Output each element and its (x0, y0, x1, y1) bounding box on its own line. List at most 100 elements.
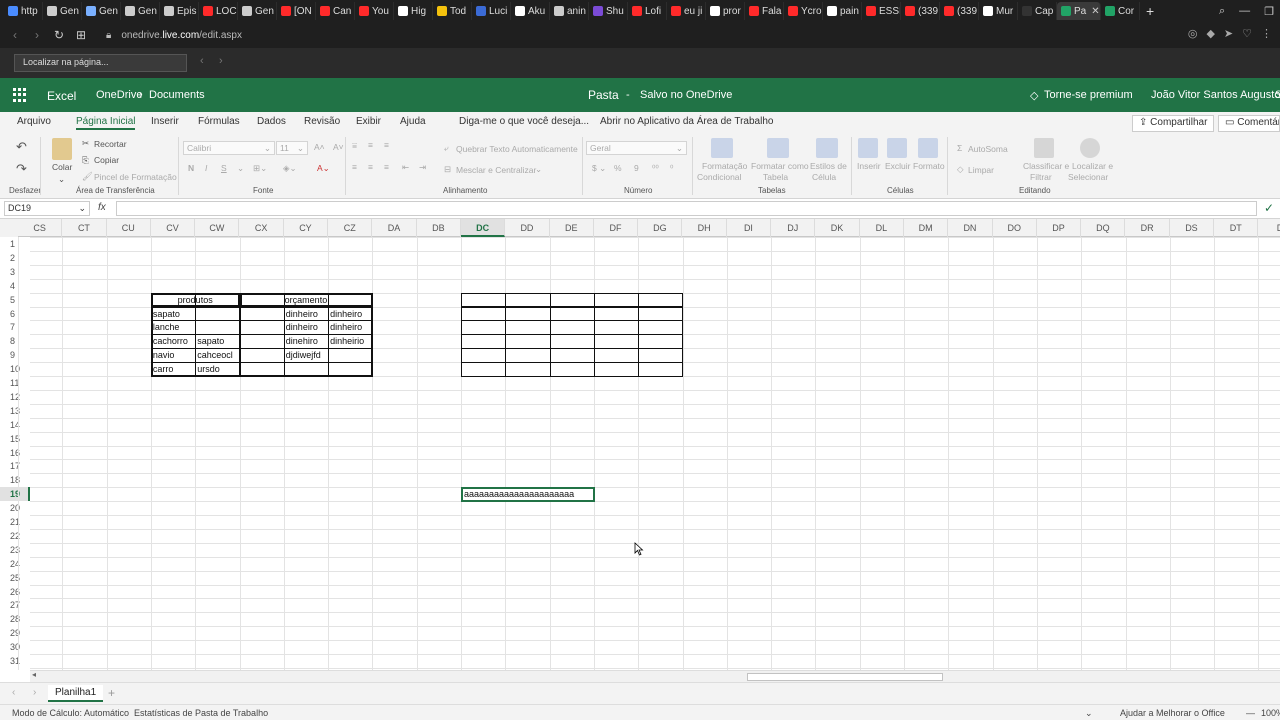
autosum-icon[interactable]: Σ (957, 143, 962, 153)
find-select-line2[interactable]: Selecionar (1068, 172, 1108, 182)
ribbon-tab[interactable]: Diga-me o que você deseja... (459, 116, 589, 127)
premium-link[interactable]: Torne-se premium (1044, 89, 1133, 101)
table-cell[interactable]: ursdo (195, 363, 239, 376)
row-header[interactable]: 10 (0, 362, 30, 376)
clear-icon[interactable]: ◇ (957, 164, 964, 175)
browser-tab[interactable]: Tod (433, 2, 472, 20)
column-header[interactable]: CX (240, 219, 284, 237)
underline-dropdown-icon[interactable]: ⌄ (237, 163, 244, 174)
copy-button[interactable]: Copiar (94, 155, 119, 165)
number-format-select[interactable]: Geral ⌄ (586, 141, 687, 155)
column-header[interactable]: DB (417, 219, 461, 237)
insert-cells-icon[interactable] (858, 138, 878, 158)
grid-icon[interactable]: ⊞ (70, 28, 92, 42)
ribbon-tab[interactable]: Inserir (151, 116, 179, 127)
row-header[interactable]: 23 (0, 543, 30, 557)
column-header[interactable]: DM (904, 219, 949, 237)
row-header[interactable]: 4 (0, 279, 30, 293)
autosum-button[interactable]: AutoSoma (968, 144, 1008, 154)
browser-tab[interactable]: eu ji (667, 2, 706, 20)
browser-tab[interactable]: (339 (940, 2, 979, 20)
increase-indent-icon[interactable]: ⇥ (419, 162, 426, 173)
column-header[interactable]: CY (284, 219, 329, 237)
cell-styles-line1[interactable]: Estilos de (810, 161, 847, 171)
row-header[interactable]: 12 (0, 390, 30, 404)
browser-tab[interactable]: Gen (238, 2, 277, 20)
checkmark-icon[interactable]: ✓ (1264, 201, 1274, 215)
browser-tab[interactable]: Ycro (784, 2, 823, 20)
breadcrumb-folder[interactable]: Documents (149, 89, 205, 101)
ribbon-tab[interactable]: Ajuda (400, 116, 426, 127)
column-header[interactable]: CW (195, 219, 240, 237)
align-center-icon[interactable]: ≡ (368, 162, 373, 172)
font-size-select[interactable]: 11 ⌄ (276, 141, 308, 155)
browser-tab[interactable]: Gen (121, 2, 160, 20)
browser-tab[interactable]: Can (316, 2, 355, 20)
row-header[interactable]: 11 (0, 376, 30, 390)
table-cell[interactable]: dinheiro (284, 308, 328, 321)
sheet-tab-planilha1[interactable]: Planilha1 (48, 685, 104, 702)
browser-tab[interactable]: (339 (901, 2, 940, 20)
table-cell[interactable]: djdiwejfd (284, 349, 328, 362)
increase-decimal-icon[interactable]: ⁰⁰ (652, 163, 659, 174)
ribbon-tab[interactable]: Página Inicial (76, 116, 136, 130)
column-header[interactable]: DI (727, 219, 772, 237)
borders-icon[interactable]: ⊞⌄ (253, 163, 267, 174)
heart-icon[interactable]: ♡ (1242, 27, 1252, 40)
new-tab-icon[interactable]: + (1140, 3, 1160, 19)
cut-icon[interactable]: ✂ (82, 138, 89, 149)
sort-filter-icon[interactable] (1034, 138, 1054, 158)
row-header[interactable]: 7 (0, 320, 30, 334)
function-icon[interactable]: fx (98, 202, 106, 213)
browser-tab[interactable]: Mur (979, 2, 1018, 20)
browser-tab[interactable]: Epis (160, 2, 199, 20)
column-header[interactable]: DT (1214, 219, 1259, 237)
browser-tab[interactable]: http (4, 2, 43, 20)
column-header[interactable]: CV (151, 219, 196, 237)
merge-center-button[interactable]: Mesclar e Centralizar (456, 165, 536, 175)
user-initial[interactable]: S (1275, 89, 1280, 101)
row-header[interactable]: 20 (0, 501, 30, 515)
table-cell[interactable]: dinehiro (284, 335, 328, 348)
row-header[interactable]: 21 (0, 515, 30, 529)
table-cell[interactable]: sapato (151, 308, 195, 321)
percent-icon[interactable]: % (614, 163, 622, 173)
undo-icon[interactable]: ↶ (16, 139, 27, 155)
table-cell[interactable]: dinheiro (284, 321, 328, 334)
cond-format-line1[interactable]: Formatação (702, 161, 747, 171)
format-painter-button[interactable]: Pincel de Formatação (94, 172, 177, 182)
comments-button[interactable]: ▭ Comentár (1218, 115, 1280, 132)
row-header[interactable]: 15 (0, 432, 30, 446)
column-header[interactable]: DK (815, 219, 860, 237)
row-header[interactable]: 27 (0, 598, 30, 612)
find-input[interactable]: Localizar na página... (14, 54, 187, 72)
fill-color-icon[interactable]: ◈⌄ (283, 163, 297, 174)
document-title[interactable]: Pasta (588, 88, 619, 102)
cell-styles-line2[interactable]: Célula (812, 172, 836, 182)
horizontal-scrollbar[interactable]: ◂ (30, 670, 1280, 682)
column-header[interactable]: D (1258, 219, 1280, 237)
app-name[interactable]: Excel (47, 89, 76, 103)
column-header[interactable]: DQ (1081, 219, 1126, 237)
browser-tab[interactable]: Fala (745, 2, 784, 20)
close-tab-icon[interactable]: ✕ (1091, 6, 1099, 17)
browser-tab[interactable]: Pa ✕ (1057, 2, 1101, 20)
delete-cells-icon[interactable] (887, 138, 907, 158)
send-icon[interactable]: ➤ (1224, 27, 1233, 40)
formula-input[interactable] (116, 201, 1257, 216)
format-table-line1[interactable]: Formatar como (751, 161, 809, 171)
browser-tab[interactable]: Cap (1018, 2, 1057, 20)
ribbon-tab[interactable]: Abrir no Aplicativo da Área de Trabalho (600, 116, 773, 127)
copy-icon[interactable]: ⎘ (82, 155, 89, 166)
zoom-out-icon[interactable]: — (1246, 708, 1255, 718)
restore-icon[interactable]: ❐ (1264, 5, 1274, 18)
wrap-text-button[interactable]: Quebrar Texto Automaticamente (456, 144, 578, 154)
browser-tab[interactable]: Gen (43, 2, 82, 20)
sort-filter-line2[interactable]: Filtrar (1030, 172, 1052, 182)
active-cell-editor[interactable]: aaaaaaaaaaaaaaaaaaaaaa (461, 487, 595, 503)
conditional-format-icon[interactable] (711, 138, 733, 158)
table-cell[interactable]: dinheiro (328, 321, 372, 334)
row-header[interactable]: 17 (0, 459, 30, 473)
help-improve-link[interactable]: Ajudar a Melhorar o Office (1120, 708, 1225, 718)
find-prev-icon[interactable]: ‹ (200, 55, 204, 67)
